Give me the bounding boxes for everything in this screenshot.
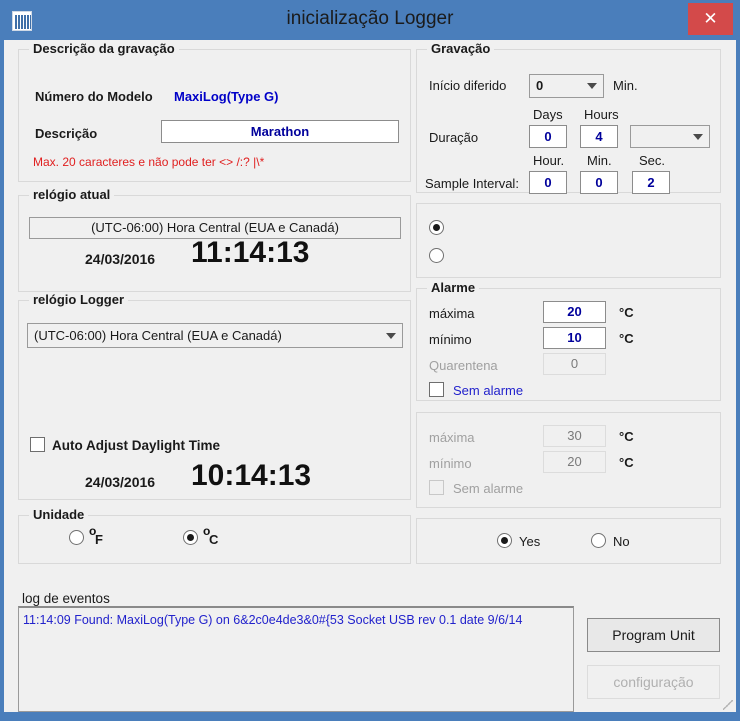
auto-daylight-checkbox[interactable] (30, 437, 45, 452)
sample-sec-input[interactable]: 2 (632, 171, 670, 194)
alarm-primary-legend: Alarme (427, 280, 480, 295)
recording-description-legend: Descrição da gravação (29, 41, 179, 56)
event-log-entry: 11:14:09 Found: MaxiLog(Type G) on 6&2c0… (23, 613, 523, 627)
auto-daylight-label: Auto Adjust Daylight Time (52, 438, 221, 453)
recording-description-group: Descrição da gravação Número do Modelo M… (18, 41, 411, 182)
title-bar: inicialização Logger ✕ (0, 0, 740, 40)
unit-celsius-radio[interactable] (183, 530, 198, 545)
logger-init-window: inicialização Logger ✕ Descrição da grav… (0, 0, 740, 721)
alarm-max-unit: °C (619, 305, 634, 320)
current-clock-legend: relógio atual (29, 187, 115, 202)
sample-min-label: Min. (587, 153, 612, 168)
sample-interval-label: Sample Interval: (425, 176, 519, 191)
hours-label: Hours (584, 107, 619, 122)
deferred-start-select[interactable]: 0 (529, 74, 604, 98)
resize-grip[interactable] (723, 700, 733, 710)
deferred-start-value: 0 (536, 78, 544, 93)
logger-clock-time: 10:14:13 (191, 459, 312, 492)
alarm2-min-label: mínimo (429, 456, 472, 471)
current-clock-time: 11:14:13 (191, 236, 310, 269)
deferred-start-unit: Min. (613, 78, 638, 93)
description-label: Descrição (35, 126, 98, 141)
deferred-start-label: Início diferido (429, 78, 507, 93)
current-clock-group: relógio atual (UTC-06:00) Hora Central (… (18, 187, 411, 292)
logger-clock-legend: relógio Logger (29, 292, 128, 307)
chevron-down-icon (693, 133, 703, 140)
client-area: Descrição da gravação Número do Modelo M… (4, 40, 736, 712)
logger-timezone-value: (UTC-06:00) Hora Central (EUA e Canadá) (34, 328, 282, 343)
alarm2-max-input: 30 (543, 425, 606, 447)
alarm-quarantine-label: Quarentena (429, 358, 498, 373)
days-label: Days (533, 107, 563, 122)
mode-radio-option-2[interactable] (429, 248, 444, 263)
event-log-box[interactable]: 11:14:09 Found: MaxiLog(Type G) on 6&2c0… (18, 606, 574, 712)
no-radio[interactable] (591, 533, 606, 548)
sample-min-input[interactable]: 0 (580, 171, 618, 194)
sample-hour-label: Hour. (533, 153, 565, 168)
sample-hour-input[interactable]: 0 (529, 171, 567, 194)
model-number-value: MaxiLog(Type G) (174, 89, 279, 104)
yesno-group: Yes No (416, 518, 721, 564)
alarm-no-alarm-label: Sem alarme (453, 383, 524, 398)
unit-legend: Unidade (29, 507, 89, 522)
alarm2-min-input: 20 (543, 451, 606, 473)
program-unit-button[interactable]: Program Unit (587, 618, 720, 652)
configuration-button: configuração (587, 665, 720, 699)
alarm-quarantine-input: 0 (543, 353, 606, 375)
unit-fahrenheit-label: F (95, 532, 103, 547)
duration-hours-input[interactable]: 4 (580, 125, 618, 148)
alarm-primary-group: Alarme máxima 20 °C mínimo 10 °C Quarent… (416, 280, 721, 401)
recording-legend: Gravação (427, 41, 495, 56)
alarm-max-label: máxima (429, 306, 475, 321)
recording-group: Gravação Início diferido 0 Min. Days Hou… (416, 41, 721, 194)
unit-group: Unidade o F o C (18, 507, 411, 564)
no-label: No (613, 534, 630, 549)
alarm-secondary-group: máxima 30 °C mínimo 20 °C Sem alarme (416, 412, 721, 508)
logger-clock-group: relógio Logger (UTC-06:00) Hora Central … (18, 292, 411, 500)
logger-timezone-select[interactable]: (UTC-06:00) Hora Central (EUA e Canadá) (27, 323, 403, 348)
alarm-max-input[interactable]: 20 (543, 301, 606, 323)
logger-clock-date: 24/03/2016 (85, 474, 156, 490)
current-clock-date: 24/03/2016 (85, 251, 156, 267)
alarm-min-label: mínimo (429, 332, 472, 347)
alarm2-max-unit: °C (619, 429, 634, 444)
duration-extra-select[interactable] (630, 125, 710, 148)
alarm2-min-unit: °C (619, 455, 634, 470)
alarm2-no-alarm-checkbox (429, 480, 444, 495)
alarm2-no-alarm-label: Sem alarme (453, 481, 524, 496)
unit-celsius-label: C (209, 532, 219, 547)
event-log-label: log de eventos (22, 591, 110, 606)
chevron-down-icon (386, 332, 396, 339)
duration-days-input[interactable]: 0 (529, 125, 567, 148)
close-button[interactable]: ✕ (688, 3, 733, 35)
window-title: inicialização Logger (286, 8, 454, 29)
alarm-min-unit: °C (619, 331, 634, 346)
duration-label: Duração (429, 130, 479, 145)
yes-radio[interactable] (497, 533, 512, 548)
mode-radio-option-1[interactable] (429, 220, 444, 235)
alarm-min-input[interactable]: 10 (543, 327, 606, 349)
unit-fahrenheit-radio[interactable] (69, 530, 84, 545)
alarm-no-alarm-checkbox[interactable] (429, 382, 444, 397)
chevron-down-icon (587, 83, 597, 89)
sample-sec-label: Sec. (639, 153, 666, 168)
model-number-label: Número do Modelo (35, 89, 153, 104)
description-input[interactable]: Marathon (161, 120, 399, 143)
mode-radio-group (416, 203, 721, 278)
description-hint: Max. 20 caracteres e não pode ter <> /:?… (33, 155, 265, 169)
yes-label: Yes (519, 534, 541, 549)
alarm2-max-label: máxima (429, 430, 475, 445)
